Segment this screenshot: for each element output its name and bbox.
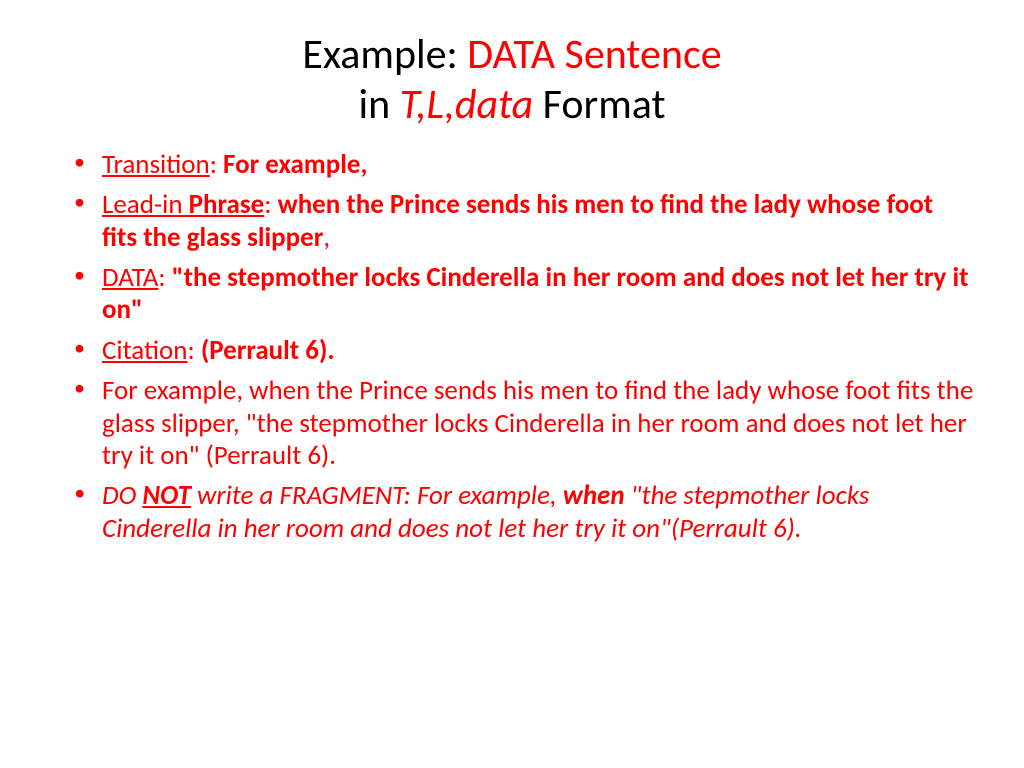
bullet-leadin: Lead-in Phrase: when the Prince sends hi… [102,189,974,254]
bullet-citation: Citation: (Perrault 6). [102,335,974,367]
title-format: Format [533,79,665,130]
title-in: in [358,79,399,130]
title-tldata: T,L,data [400,79,534,130]
data-label: DATA [102,261,158,294]
colon: : [158,261,171,294]
leadin-label-b: Phrase [183,188,265,221]
citation-label: Citation [102,334,187,367]
bullet-full-example: For example, when the Prince sends his m… [102,375,974,472]
frag-not: NOT [142,479,191,512]
bullet-data: DATA: "the stepmother locks Cinderella i… [102,262,974,327]
colon: : [264,188,277,221]
transition-content: For example, [223,148,367,181]
bullet-list: Transition: For example, Lead-in Phrase:… [50,149,974,545]
bullet-fragment-warning: DO NOT write a FRAGMENT: For example, wh… [102,480,974,545]
frag-when: when [563,479,625,512]
colon: : [187,334,200,367]
colon: : [210,148,223,181]
slide-title: Example: DATA Sentence in T,L,data Forma… [50,30,974,131]
leadin-label-u: Lead-in [102,188,183,221]
citation-content: (Perrault 6). [201,334,335,367]
frag-p3: write a FRAGMENT: For example, [191,479,563,512]
title-red1: DATA Sentence [467,29,721,80]
frag-p1: DO [102,479,142,512]
title-prefix: Example: [302,29,467,80]
transition-label: Transition [102,148,210,181]
full-example-text: For example, when the Prince sends his m… [102,374,973,472]
data-content: "the stepmother locks Cinderella in her … [102,261,968,326]
leadin-comma: , [323,221,330,254]
bullet-transition: Transition: For example, [102,149,974,181]
